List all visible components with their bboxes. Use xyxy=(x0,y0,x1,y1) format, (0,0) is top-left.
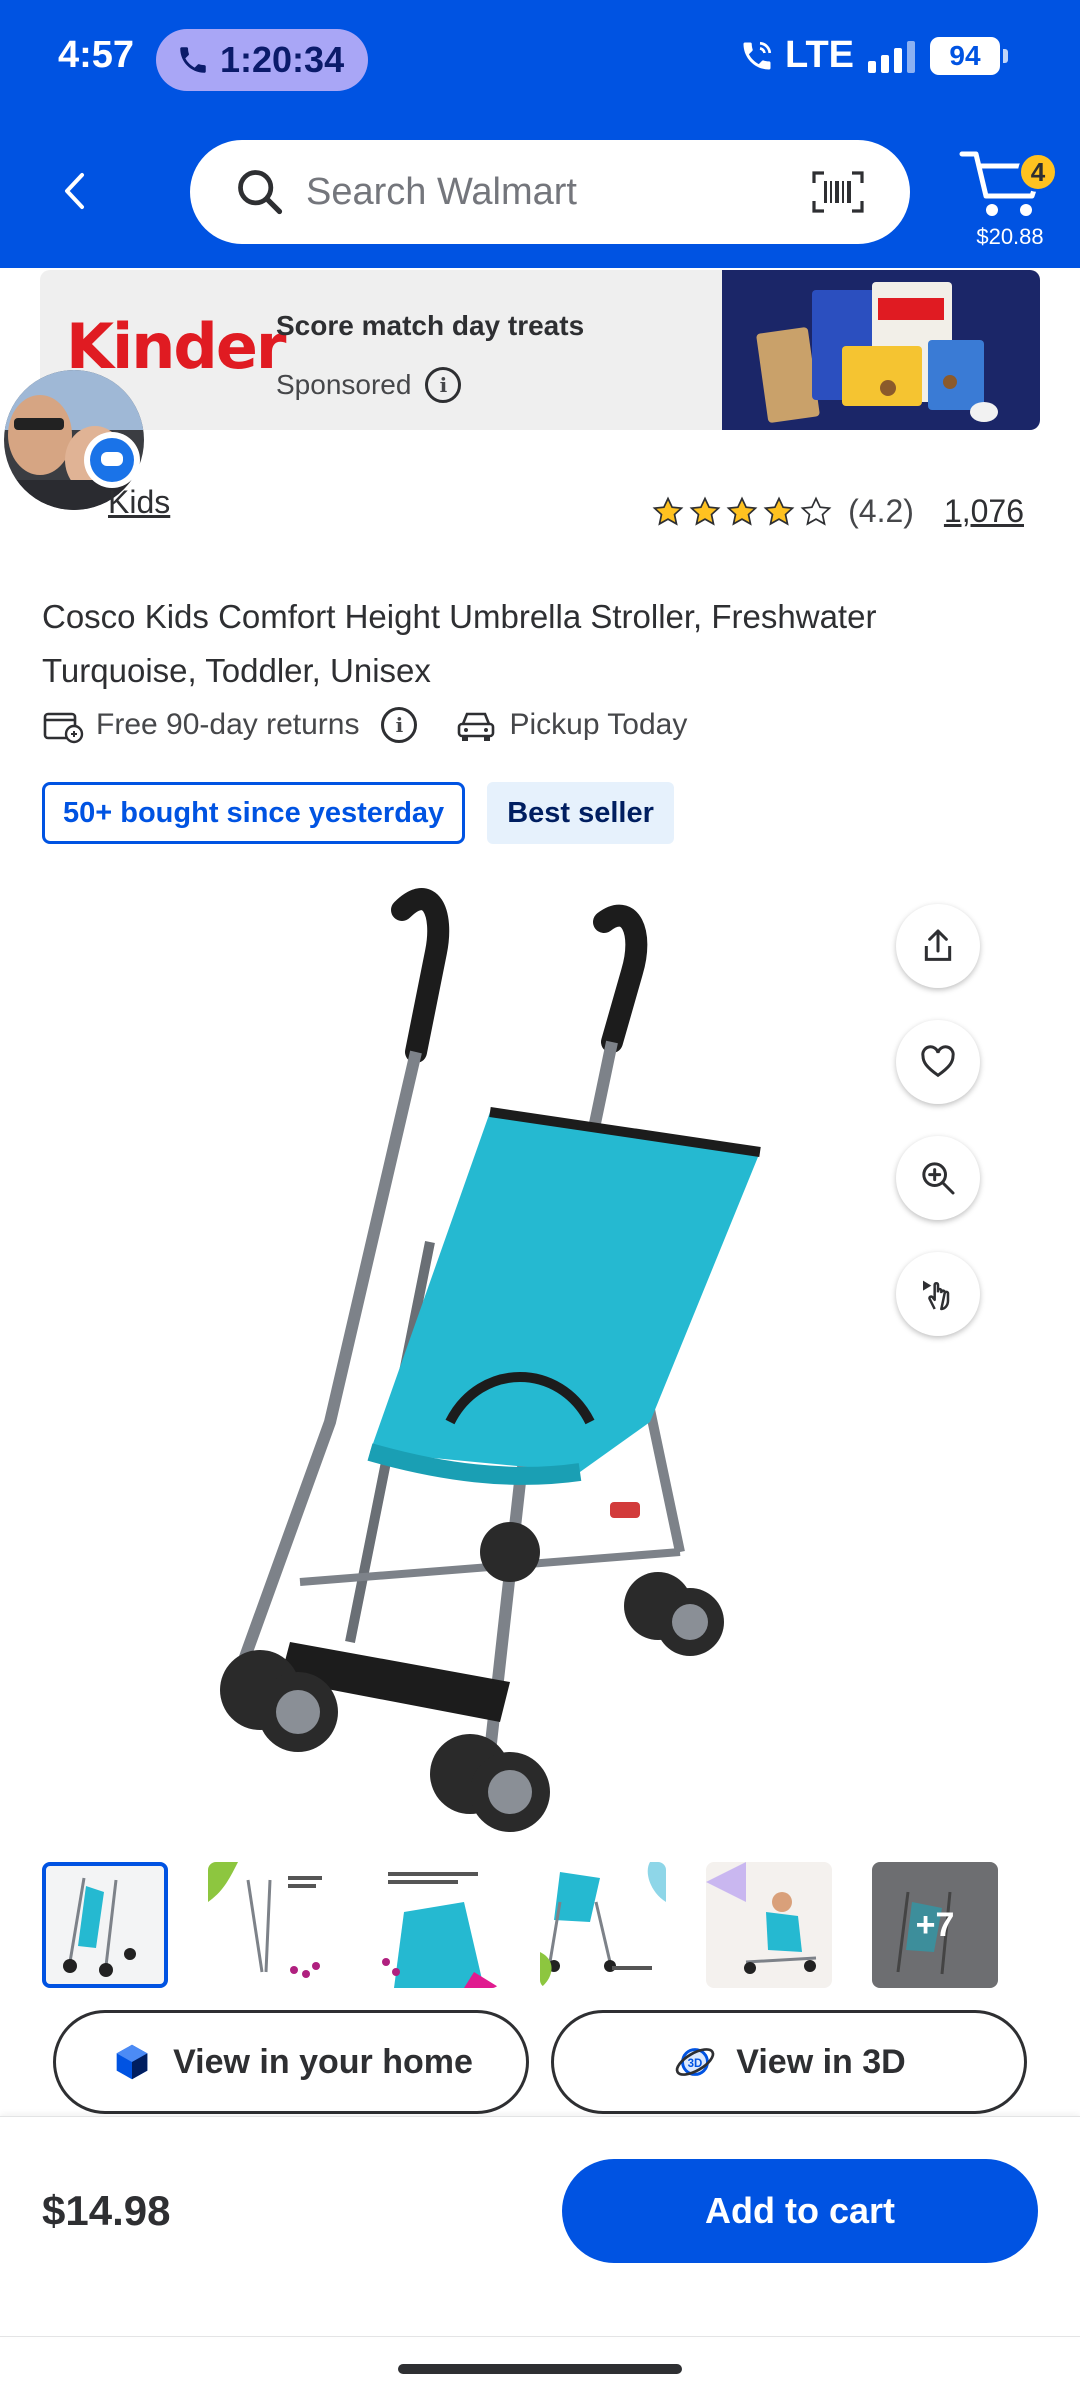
add-to-cart-button[interactable]: Add to cart xyxy=(562,2159,1038,2263)
view-in-3d-button[interactable]: 3D View in 3D xyxy=(551,2010,1027,2114)
feature-thumbnail xyxy=(382,1872,500,1988)
battery-icon: 94 xyxy=(930,36,1008,75)
view-options: View in your home 3D View in 3D xyxy=(53,2010,1049,2114)
star-filled-icon xyxy=(689,496,721,526)
pickup-label: Pickup Today xyxy=(509,708,688,741)
ad-product-image xyxy=(722,270,1040,430)
feature-thumbnail xyxy=(540,1862,666,1988)
signal-strength-icon xyxy=(868,39,920,73)
ongoing-call-pill[interactable]: 1:20:34 xyxy=(156,29,368,91)
phone-icon xyxy=(180,47,206,73)
add-to-cart-bar: $14.98 Add to cart xyxy=(0,2116,1080,2336)
search-icon xyxy=(238,170,283,215)
pickup-car-icon xyxy=(458,712,495,741)
fulfillment-perks: Free 90-day returns i Pickup Today xyxy=(42,706,687,744)
returns-info-icon[interactable]: i xyxy=(381,707,418,743)
thumbnail-2[interactable] xyxy=(208,1862,334,1988)
home-indicator[interactable] xyxy=(398,2364,682,2374)
view-in-3d-label: View in 3D xyxy=(736,2042,906,2081)
rating-stars xyxy=(651,495,836,529)
sponsored-ad-banner[interactable]: Kinder Score match day treats Sponsored … xyxy=(40,270,1040,430)
more-images-count: +7 xyxy=(915,1905,955,1944)
info-icon[interactable]: i xyxy=(425,367,462,403)
product-price: $14.98 xyxy=(42,2187,171,2234)
product-main-image[interactable] xyxy=(180,862,900,1842)
ar-cube-icon xyxy=(116,2044,148,2080)
divider xyxy=(0,2336,1080,2337)
brand-link[interactable]: Kids xyxy=(108,484,170,521)
thumbnail-5[interactable] xyxy=(706,1862,832,1988)
interactive-view-button[interactable] xyxy=(896,1252,980,1336)
view-in-home-button[interactable]: View in your home xyxy=(53,2010,529,2114)
ad-sponsored-label: Sponsored i xyxy=(276,367,462,403)
bought-since-badge: 50+ bought since yesterday xyxy=(42,782,466,844)
back-button[interactable] xyxy=(54,165,94,217)
search-bar[interactable]: Search Walmart xyxy=(190,140,910,244)
top-header: 4:57 1:20:34 LTE 94 Search Walmart 4 $20… xyxy=(0,0,1080,268)
product-rating[interactable]: (4.2) 1,076 xyxy=(651,493,1024,530)
returns-icon xyxy=(43,712,84,744)
stroller-illustration xyxy=(220,888,761,1832)
ad-headline: Score match day treats xyxy=(276,310,585,341)
rating-value: (4.2) xyxy=(848,493,914,529)
favorite-button[interactable] xyxy=(896,1020,980,1104)
thumbnail-4[interactable] xyxy=(540,1862,666,1988)
thumbnail-1[interactable] xyxy=(42,1862,168,1988)
sponsored-text: Sponsored xyxy=(276,369,412,400)
chevron-left-icon xyxy=(65,173,84,209)
call-timer: 1:20:34 xyxy=(220,39,345,80)
product-badges: 50+ bought since yesterday Best seller xyxy=(42,782,674,844)
image-action-buttons xyxy=(896,904,980,1368)
stroller-thumbnail xyxy=(63,1877,136,1977)
star-filled-icon xyxy=(763,496,795,526)
view-in-home-label: View in your home xyxy=(173,2042,473,2081)
feature-thumbnail xyxy=(208,1862,322,1978)
zoom-button[interactable] xyxy=(896,1136,980,1220)
image-thumbnails: +7 xyxy=(42,1862,1038,1988)
cart-count-badge: 4 xyxy=(1018,152,1058,192)
best-seller-badge: Best seller xyxy=(487,782,674,844)
review-count-link[interactable]: 1,076 xyxy=(944,493,1024,530)
share-icon xyxy=(924,929,952,961)
lifestyle-thumbnail xyxy=(706,1862,832,1988)
wifi-calling-icon xyxy=(743,41,772,69)
barcode-scanner-icon[interactable] xyxy=(810,169,866,215)
star-filled-icon xyxy=(726,496,758,526)
returns-label: Free 90-day returns xyxy=(96,708,360,741)
zoom-in-icon xyxy=(922,1162,955,1195)
status-indicators: LTE 94 xyxy=(739,34,1008,77)
cart-total: $20.88 xyxy=(976,224,1044,249)
search-placeholder: Search Walmart xyxy=(306,170,577,213)
share-button[interactable] xyxy=(896,904,980,988)
product-title: Cosco Kids Comfort Height Umbrella Strol… xyxy=(42,598,877,689)
thumbnail-3[interactable] xyxy=(374,1862,500,1988)
status-time: 4:57 xyxy=(58,34,135,76)
heart-icon xyxy=(921,1045,955,1078)
star-filled-icon xyxy=(652,496,684,526)
candy-products-illustration xyxy=(756,282,998,423)
network-type: LTE xyxy=(785,34,854,76)
battery-level: 94 xyxy=(949,39,981,71)
star-empty-icon xyxy=(800,496,832,526)
thumbnail-more[interactable]: +7 xyxy=(872,1862,998,1988)
3d-rotate-icon: 3D xyxy=(675,2048,715,2076)
hand-pointer-icon xyxy=(923,1280,950,1311)
